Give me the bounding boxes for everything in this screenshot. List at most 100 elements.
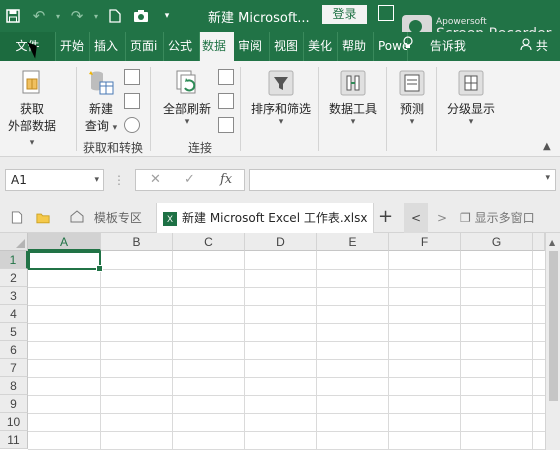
- vertical-scrollbar[interactable]: ▲: [545, 233, 560, 450]
- tab-review[interactable]: 审阅: [236, 32, 270, 61]
- share-label: 共: [535, 39, 548, 53]
- show-queries-icon[interactable]: [124, 69, 140, 85]
- scroll-up-icon[interactable]: ▲: [549, 238, 555, 247]
- connections-icon[interactable]: [218, 69, 234, 85]
- new-doc-icon[interactable]: [10, 211, 24, 224]
- tab-help[interactable]: 帮助: [340, 32, 374, 61]
- ribbon-divider: [386, 67, 387, 151]
- ribbon-divider: [240, 67, 241, 151]
- redo-icon[interactable]: ↷: [64, 0, 90, 32]
- row-header-3[interactable]: 3: [0, 287, 28, 305]
- forecast-button[interactable]: 预测 ▾: [390, 69, 434, 127]
- forecast-icon: [399, 70, 425, 96]
- undo-icon[interactable]: ↶: [26, 0, 52, 32]
- tab-beautify[interactable]: 美化: [306, 32, 338, 61]
- column-header-h[interactable]: [533, 233, 545, 251]
- data-tools-button[interactable]: 数据工具 ▾: [322, 69, 384, 127]
- camera-icon[interactable]: [128, 0, 154, 32]
- add-tab-icon[interactable]: +: [378, 206, 393, 227]
- properties-icon[interactable]: [218, 93, 234, 109]
- active-file-tab[interactable]: X 新建 Microsoft Excel 工作表.xlsx: [156, 203, 374, 233]
- row-header-10[interactable]: 10: [0, 413, 28, 431]
- row-header-5[interactable]: 5: [0, 323, 28, 341]
- column-header-e[interactable]: E: [317, 233, 389, 251]
- row-header-6[interactable]: 6: [0, 341, 28, 359]
- group-label-connections: 连接: [187, 141, 212, 155]
- recent-sources-icon[interactable]: [124, 117, 140, 133]
- tab-formulas[interactable]: 公式: [166, 32, 200, 61]
- tab-data[interactable]: 数据: [200, 32, 234, 61]
- select-all-corner[interactable]: [0, 233, 28, 251]
- cancel-icon[interactable]: ✕: [150, 172, 161, 187]
- grid-line: [28, 413, 555, 414]
- tab-page-layout[interactable]: 页面i: [128, 32, 164, 61]
- collapse-ribbon-icon[interactable]: ▲: [543, 141, 551, 152]
- row-header-4[interactable]: 4: [0, 305, 28, 323]
- sort-filter-button[interactable]: 排序和筛选 ▾: [246, 69, 316, 127]
- row-header-8[interactable]: 8: [0, 377, 28, 395]
- column-header-d[interactable]: D: [245, 233, 317, 251]
- ribbon-display-options-icon[interactable]: [378, 5, 394, 21]
- sheet-grid[interactable]: A B C D E F G 1 2 3 4 5 6 7 8 9 10 11 ▲: [0, 233, 560, 450]
- grid-line: [28, 395, 555, 396]
- refresh-icon: [176, 70, 196, 94]
- column-header-g[interactable]: G: [461, 233, 533, 251]
- tab-file[interactable]: 文件: [0, 32, 56, 61]
- sort-filter-label: 排序和筛选: [250, 102, 311, 116]
- insert-function-icon[interactable]: fx: [220, 172, 232, 187]
- selected-cell[interactable]: [28, 251, 103, 272]
- show-multi-window-button[interactable]: ❐ 显示多窗口: [460, 203, 535, 233]
- chevron-down-icon: ▾: [278, 117, 284, 127]
- chevron-down-icon: ▾: [29, 138, 35, 148]
- tab-next-icon[interactable]: >: [430, 203, 454, 233]
- column-header-a[interactable]: A: [28, 233, 101, 251]
- from-table-icon[interactable]: [124, 93, 140, 109]
- formula-bar-splitter-icon[interactable]: ⋮: [113, 173, 125, 187]
- excel-file-icon: X: [163, 211, 177, 226]
- undo-dropdown-icon[interactable]: ▾: [52, 0, 64, 32]
- expand-formula-bar-icon[interactable]: ▾: [545, 173, 550, 183]
- column-header-b[interactable]: B: [101, 233, 173, 251]
- grid-line: [388, 251, 389, 450]
- redo-dropdown-icon[interactable]: ▾: [90, 0, 102, 32]
- template-zone-tab[interactable]: 模板专区: [64, 203, 156, 233]
- enter-icon[interactable]: ✓: [184, 172, 195, 187]
- outline-label: 分级显示: [446, 102, 495, 116]
- name-box[interactable]: A1 ▾: [5, 169, 104, 191]
- get-external-data-button[interactable]: 获取 外部数据 ▾: [4, 69, 60, 148]
- save-icon[interactable]: [0, 0, 26, 32]
- row-header-1[interactable]: 1: [0, 251, 28, 269]
- active-file-name: 新建 Microsoft Excel 工作表.xlsx: [182, 211, 368, 225]
- grid-line: [28, 431, 555, 432]
- row-header-11[interactable]: 11: [0, 431, 28, 449]
- row-header-7[interactable]: 7: [0, 359, 28, 377]
- new-query-label-1: 新建: [88, 102, 113, 116]
- new-file-icon[interactable]: [102, 0, 128, 32]
- tab-home[interactable]: 开始: [58, 32, 90, 61]
- tab-view[interactable]: 视图: [272, 32, 304, 61]
- customize-toolbar-icon[interactable]: ▾: [154, 0, 180, 32]
- windows-icon: ❐: [460, 211, 471, 225]
- new-query-button[interactable]: 新建 查询 ▾: [80, 69, 122, 134]
- ribbon-divider: [150, 67, 151, 151]
- get-external-label-1: 获取: [19, 102, 44, 116]
- row-header-2[interactable]: 2: [0, 269, 28, 287]
- outline-button[interactable]: 分级显示 ▾: [442, 69, 500, 127]
- formula-input[interactable]: ▾: [249, 169, 556, 191]
- tab-prev-icon[interactable]: <: [404, 203, 428, 233]
- edit-links-icon[interactable]: [218, 117, 234, 133]
- lightbulb-icon: [402, 32, 416, 61]
- chevron-down-icon[interactable]: ▾: [94, 170, 99, 190]
- share-button[interactable]: 共: [520, 32, 548, 61]
- title-bar: ↶ ▾ ↷ ▾ ▾ 新建 Microsoft... 登录 Apowersoft …: [0, 0, 560, 42]
- login-button[interactable]: 登录: [322, 5, 367, 24]
- row-header-9[interactable]: 9: [0, 395, 28, 413]
- tell-me-search[interactable]: 告诉我: [402, 32, 466, 61]
- scrollbar-thumb[interactable]: [549, 251, 558, 401]
- chevron-down-icon: ▾: [112, 123, 118, 133]
- column-header-c[interactable]: C: [173, 233, 245, 251]
- column-header-f[interactable]: F: [389, 233, 461, 251]
- tab-insert[interactable]: 插入: [92, 32, 126, 61]
- folder-icon[interactable]: [36, 211, 50, 224]
- refresh-all-button[interactable]: 全部刷新 ▾: [158, 69, 216, 127]
